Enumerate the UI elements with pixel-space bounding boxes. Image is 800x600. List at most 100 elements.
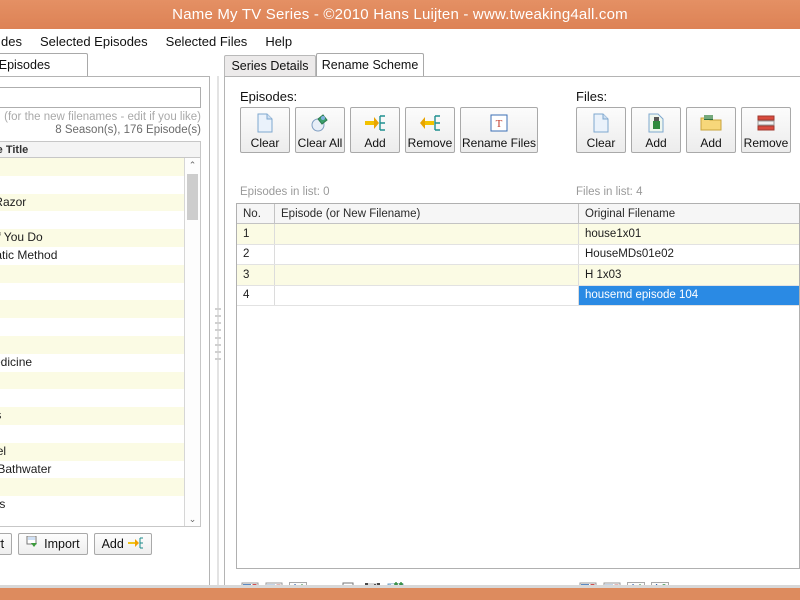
- list-item[interactable]: aternity: [0, 211, 200, 230]
- episodes-count: Episodes in list: 0: [240, 186, 330, 198]
- list-item[interactable]: oison: [0, 282, 200, 301]
- window-title: Name My TV Series - ©2010 Hans Luijten -…: [172, 6, 628, 23]
- import-button-label: Import: [44, 537, 80, 551]
- menu-item-selected-files[interactable]: Selected Files: [157, 31, 257, 52]
- scrollbar-thumb[interactable]: [187, 174, 198, 220]
- tab-select-episodes[interactable]: lect Episodes: [0, 53, 88, 76]
- cell-no: 3: [237, 265, 275, 285]
- list-item[interactable]: ursed: [0, 371, 200, 390]
- list-item[interactable]: ports Medicine: [0, 353, 200, 372]
- grid-header-no[interactable]: No.: [237, 204, 275, 223]
- cell-episode[interactable]: [275, 265, 579, 285]
- cell-episode[interactable]: [275, 224, 579, 244]
- import-button[interactable]: Import: [18, 533, 88, 555]
- episodes-clear-button[interactable]: Clear: [240, 107, 290, 153]
- cell-episode[interactable]: [275, 244, 579, 264]
- svg-text:T: T: [496, 118, 503, 130]
- cell-original-filename[interactable]: HouseMDs01e02: [579, 245, 799, 265]
- scroll-down-icon[interactable]: ⌄: [185, 512, 200, 526]
- list-item[interactable]: ove Hurts: [0, 496, 200, 514]
- list-item[interactable]: aternity: [0, 175, 200, 194]
- list-item[interactable]: lot: [0, 158, 200, 176]
- list-item[interactable]: ccam's Razor: [0, 193, 200, 212]
- episodes-section-label: Episodes:: [240, 89, 298, 104]
- list-item[interactable]: abies & Bathwater: [0, 460, 200, 479]
- scroll-up-icon[interactable]: ⌃: [185, 158, 200, 172]
- episodes-remove-label: Remove: [407, 136, 453, 150]
- add-episodes-button[interactable]: Add: [93, 533, 152, 555]
- table-row[interactable]: 1 house1x01: [237, 224, 799, 245]
- files-clear-button[interactable]: Clear: [576, 107, 626, 153]
- grid-header-row: No. Episode (or New Filename) Original F…: [237, 204, 799, 224]
- list-item[interactable]: ole Model: [0, 442, 200, 461]
- season-episode-count: 8 Season(s), 176 Episode(s): [55, 124, 201, 136]
- rename-text-icon: T: [490, 112, 508, 134]
- episodes-clear-all-button[interactable]: Clear All: [295, 107, 345, 153]
- remove-rows-icon: [756, 112, 776, 134]
- episodes-add-button[interactable]: Add: [350, 107, 400, 153]
- episode-list-scrollbar[interactable]: ⌃ ⌄: [184, 158, 200, 526]
- files-clear-label: Clear: [586, 136, 616, 150]
- select-episodes-panel: (for the new filenames - edit if you lik…: [0, 76, 210, 588]
- list-item[interactable]: delity: [0, 264, 200, 283]
- cell-original-filename[interactable]: H 1x03: [579, 265, 799, 285]
- files-toolbar: Clear Add Add Remove: [576, 107, 791, 153]
- table-row[interactable]: 2 HouseMDs01e02: [237, 244, 799, 265]
- list-item[interactable]: ontrol: [0, 389, 200, 408]
- tab-series-details[interactable]: Series Details: [224, 55, 316, 76]
- scheme-hint: (for the new filenames - edit if you lik…: [4, 111, 201, 123]
- episodes-clear-label: Clear: [250, 136, 280, 150]
- bottom-accent-band: [0, 588, 800, 600]
- tab-select-episodes-label: lect Episodes: [0, 58, 51, 72]
- episodes-remove-button[interactable]: Remove: [405, 107, 455, 153]
- add-file-icon: [647, 112, 665, 134]
- list-item[interactable]: amned If You Do: [0, 229, 200, 247]
- episode-title-column-header[interactable]: Episode Title: [0, 141, 201, 157]
- episode-title-list[interactable]: lot aternity ccam's Razor aternity amned…: [0, 157, 201, 527]
- add-folder-icon: [700, 112, 722, 134]
- table-row[interactable]: 4 housemd episode 104: [237, 285, 799, 306]
- files-section-label: Files:: [576, 89, 608, 104]
- files-remove-button[interactable]: Remove: [741, 107, 791, 153]
- list-item[interactable]: ob Rules: [0, 407, 200, 425]
- table-row[interactable]: 3 H 1x03: [237, 265, 799, 286]
- grid-header-episode[interactable]: Episode (or New Filename): [275, 204, 579, 223]
- files-count: Files in list: 4: [576, 186, 643, 198]
- menu-item-selected-episodes[interactable]: Selected Episodes: [31, 31, 157, 52]
- add-episodes-button-label: Add: [101, 537, 124, 551]
- files-add-folder-button[interactable]: Add: [686, 107, 736, 153]
- tab-rename-scheme[interactable]: Rename Scheme: [316, 53, 424, 76]
- export-button-label: Export: [0, 537, 5, 551]
- scheme-input[interactable]: [0, 87, 201, 108]
- list-item[interactable]: NR: [0, 300, 200, 319]
- cell-no: 1: [237, 224, 275, 244]
- clear-all-icon: [310, 112, 330, 134]
- splitter-grip[interactable]: [215, 308, 221, 360]
- rename-files-button[interactable]: T Rename Files: [460, 107, 538, 153]
- list-item[interactable]: istories: [0, 318, 200, 336]
- files-add-file-button[interactable]: Add: [631, 107, 681, 153]
- cell-episode[interactable]: [275, 285, 579, 305]
- blank-page-icon: [592, 112, 610, 134]
- episodes-toolbar: Clear Clear All Add Remove T Rename File…: [240, 107, 538, 153]
- left-panel-buttons: Export Import Add: [0, 533, 207, 555]
- list-item[interactable]: etox: [0, 335, 200, 354]
- right-tab-strip: Series Details Rename Scheme: [224, 53, 800, 76]
- files-remove-label: Remove: [743, 136, 789, 150]
- list-item[interactable]: he Socratic Method: [0, 246, 200, 265]
- grid-header-original-filename[interactable]: Original Filename: [579, 204, 799, 223]
- cell-original-filename-selected[interactable]: housemd episode 104: [579, 285, 799, 305]
- cell-original-filename[interactable]: house1x01: [579, 224, 799, 244]
- import-icon: [26, 535, 40, 552]
- title-bar: Name My TV Series - ©2010 Hans Luijten -…: [0, 0, 800, 29]
- list-item[interactable]: eavy: [0, 424, 200, 443]
- rename-grid[interactable]: No. Episode (or New Filename) Original F…: [236, 203, 800, 569]
- menu-item-help[interactable]: Help: [256, 31, 301, 52]
- panel-splitter[interactable]: [213, 76, 223, 588]
- export-button[interactable]: Export: [0, 533, 13, 555]
- left-tab-strip: lect Episodes: [0, 53, 213, 76]
- files-add-file-label: Add: [645, 136, 667, 150]
- list-item[interactable]: ids: [0, 478, 200, 497]
- remove-arrow-icon: [419, 112, 441, 134]
- menu-item-episodes[interactable]: des: [0, 31, 31, 52]
